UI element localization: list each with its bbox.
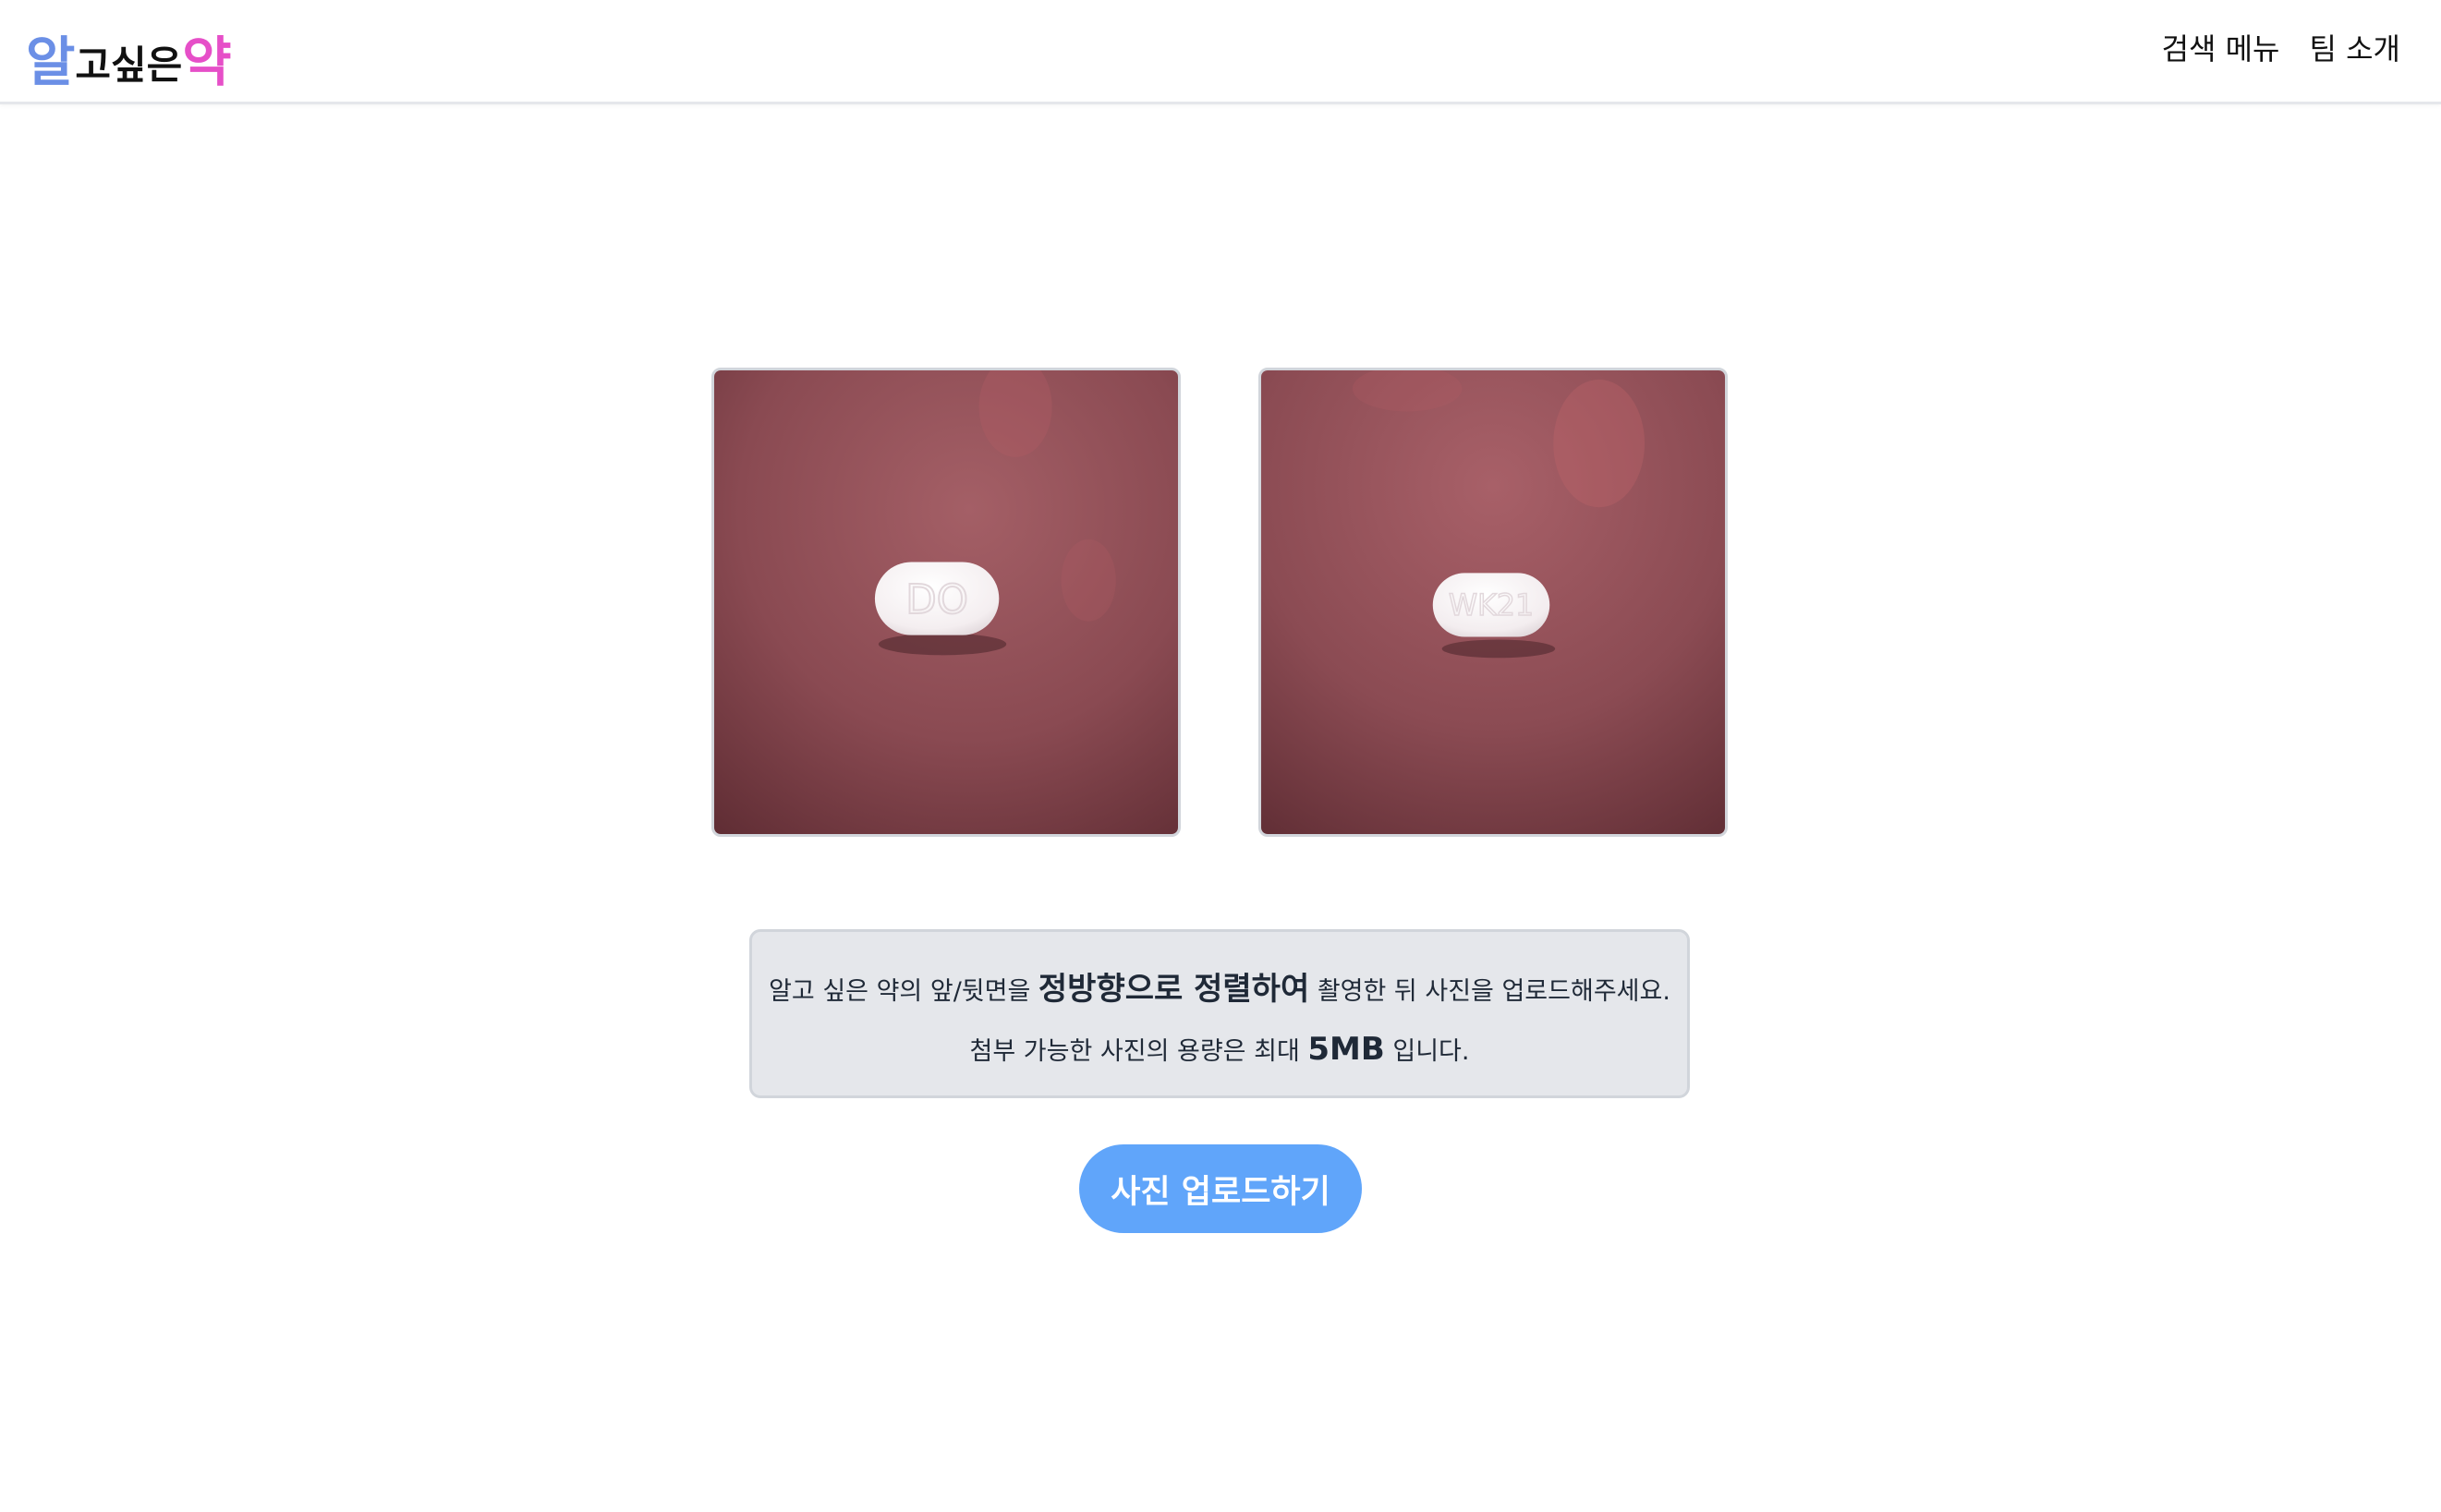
pill-photo-front: DO [711, 368, 1181, 837]
nav-team-intro[interactable]: 팀 소개 [2310, 26, 2401, 68]
app-logo[interactable]: 알 고싶은 약 [26, 15, 232, 89]
nav-menu: 검색 메뉴 팀 소개 [2162, 26, 2400, 68]
instruction-line-1: 알고 싶은 약의 앞/뒷면을 정방향으로 정렬하여 촬영한 뒤 사진을 업로드해… [752, 963, 1687, 1009]
instruction-emphasis: 정방향으로 정렬하여 [1038, 971, 1310, 1008]
instruction-line-2: 첨부 가능한 사진의 용량은 최대 5MB 입니다. [752, 1031, 1687, 1068]
size-limit-emphasis: 5MB [1307, 1031, 1385, 1068]
instruction-text: 첨부 가능한 사진의 용량은 최대 [969, 1037, 1308, 1066]
svg-text:DO: DO [905, 577, 968, 623]
logo-part-3: 약 [182, 30, 232, 93]
logo-part-1: 알 [26, 30, 76, 93]
instruction-text: 촬영한 뒤 사진을 업로드해주세요. [1309, 977, 1670, 1006]
svg-text:WK21: WK21 [1449, 589, 1534, 623]
upload-photo-button[interactable]: 사진 업로드하기 [1079, 1144, 1362, 1233]
nav-search-menu[interactable]: 검색 메뉴 [2162, 26, 2280, 68]
pill-photo-back: WK21 [1258, 368, 1728, 837]
instruction-text: 알고 싶은 약의 앞/뒷면을 [769, 977, 1038, 1006]
top-navbar: 알 고싶은 약 검색 메뉴 팀 소개 [0, 0, 2441, 104]
instruction-text: 입니다. [1384, 1037, 1470, 1066]
logo-part-2: 고싶은 [75, 42, 183, 88]
upload-instructions: 알고 싶은 약의 앞/뒷면을 정방향으로 정렬하여 촬영한 뒤 사진을 업로드해… [749, 929, 1690, 1098]
